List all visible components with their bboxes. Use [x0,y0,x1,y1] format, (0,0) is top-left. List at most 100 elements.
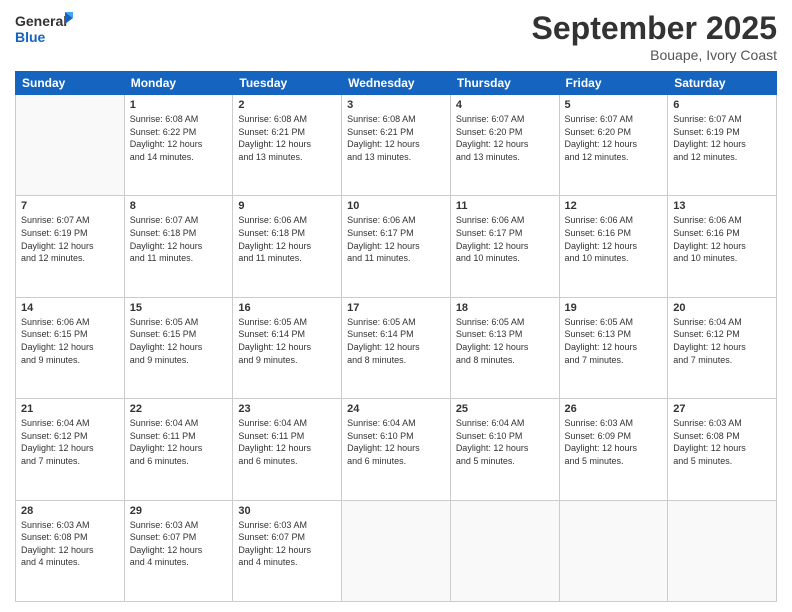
logo-svg: General Blue [15,10,75,52]
day-number: 1 [130,99,228,111]
day-number: 29 [130,505,228,517]
day-info: Sunrise: 6:06 AMSunset: 6:17 PMDaylight:… [347,214,445,264]
calendar-cell: 10 Sunrise: 6:06 AMSunset: 6:17 PMDayligh… [342,196,451,297]
day-number: 18 [456,302,554,314]
calendar-header-row: Sunday Monday Tuesday Wednesday Thursday… [16,72,777,95]
calendar-table: Sunday Monday Tuesday Wednesday Thursday… [15,71,777,602]
col-friday: Friday [559,72,668,95]
calendar-cell [16,95,125,196]
day-number: 13 [673,200,771,212]
day-info: Sunrise: 6:05 AMSunset: 6:14 PMDaylight:… [347,316,445,366]
day-info: Sunrise: 6:06 AMSunset: 6:18 PMDaylight:… [238,214,336,264]
week-row-3: 14 Sunrise: 6:06 AMSunset: 6:15 PMDayligh… [16,297,777,398]
day-number: 8 [130,200,228,212]
calendar-cell: 20 Sunrise: 6:04 AMSunset: 6:12 PMDayligh… [668,297,777,398]
calendar-cell: 8 Sunrise: 6:07 AMSunset: 6:18 PMDaylight… [124,196,233,297]
day-number: 3 [347,99,445,111]
day-info: Sunrise: 6:03 AMSunset: 6:07 PMDaylight:… [130,519,228,569]
day-info: Sunrise: 6:03 AMSunset: 6:09 PMDaylight:… [565,417,663,467]
day-info: Sunrise: 6:04 AMSunset: 6:11 PMDaylight:… [238,417,336,467]
day-info: Sunrise: 6:08 AMSunset: 6:22 PMDaylight:… [130,113,228,163]
day-number: 12 [565,200,663,212]
day-number: 30 [238,505,336,517]
day-number: 6 [673,99,771,111]
day-number: 22 [130,403,228,415]
calendar-cell: 3 Sunrise: 6:08 AMSunset: 6:21 PMDaylight… [342,95,451,196]
day-info: Sunrise: 6:05 AMSunset: 6:13 PMDaylight:… [456,316,554,366]
calendar-cell: 18 Sunrise: 6:05 AMSunset: 6:13 PMDayligh… [450,297,559,398]
calendar-cell: 24 Sunrise: 6:04 AMSunset: 6:10 PMDayligh… [342,399,451,500]
calendar-cell: 16Sunrise: 6:05 AMSunset: 6:14 PMDayligh… [233,297,342,398]
col-saturday: Saturday [668,72,777,95]
logo: General Blue [15,10,75,52]
day-number: 23 [238,403,336,415]
col-tuesday: Tuesday [233,72,342,95]
calendar-cell [342,500,451,601]
calendar-cell: 11Sunrise: 6:06 AMSunset: 6:17 PMDayligh… [450,196,559,297]
day-number: 28 [21,505,119,517]
calendar-cell: 30Sunrise: 6:03 AMSunset: 6:07 PMDayligh… [233,500,342,601]
calendar-cell: 23 Sunrise: 6:04 AMSunset: 6:11 PMDayligh… [233,399,342,500]
calendar-cell: 12Sunrise: 6:06 AMSunset: 6:16 PMDayligh… [559,196,668,297]
week-row-4: 21 Sunrise: 6:04 AMSunset: 6:12 PMDayligh… [16,399,777,500]
day-number: 26 [565,403,663,415]
calendar-cell: 25Sunrise: 6:04 AMSunset: 6:10 PMDayligh… [450,399,559,500]
calendar-cell: 15Sunrise: 6:05 AMSunset: 6:15 PMDayligh… [124,297,233,398]
day-number: 4 [456,99,554,111]
day-info: Sunrise: 6:04 AMSunset: 6:12 PMDaylight:… [673,316,771,366]
day-number: 27 [673,403,771,415]
day-info: Sunrise: 6:07 AMSunset: 6:19 PMDaylight:… [21,214,119,264]
day-info: Sunrise: 6:04 AMSunset: 6:12 PMDaylight:… [21,417,119,467]
day-info: Sunrise: 6:06 AMSunset: 6:16 PMDaylight:… [673,214,771,264]
calendar-cell: 26 Sunrise: 6:03 AMSunset: 6:09 PMDayligh… [559,399,668,500]
week-row-5: 28 Sunrise: 6:03 AMSunset: 6:08 PMDayligh… [16,500,777,601]
day-info: Sunrise: 6:07 AMSunset: 6:18 PMDaylight:… [130,214,228,264]
month-title: September 2025 [532,10,777,47]
day-info: Sunrise: 6:08 AMSunset: 6:21 PMDaylight:… [238,113,336,163]
day-number: 25 [456,403,554,415]
day-number: 7 [21,200,119,212]
day-info: Sunrise: 6:04 AMSunset: 6:11 PMDaylight:… [130,417,228,467]
calendar-cell: 27 Sunrise: 6:03 AMSunset: 6:08 PMDayligh… [668,399,777,500]
day-number: 21 [21,403,119,415]
day-info: Sunrise: 6:07 AMSunset: 6:20 PMDaylight:… [456,113,554,163]
calendar-cell [668,500,777,601]
day-info: Sunrise: 6:03 AMSunset: 6:08 PMDaylight:… [21,519,119,569]
day-info: Sunrise: 6:05 AMSunset: 6:13 PMDaylight:… [565,316,663,366]
calendar-cell: 5 Sunrise: 6:07 AMSunset: 6:20 PMDaylight… [559,95,668,196]
day-number: 19 [565,302,663,314]
page: General Blue September 2025 Bouape, Ivor… [0,0,792,612]
col-monday: Monday [124,72,233,95]
day-info: Sunrise: 6:08 AMSunset: 6:21 PMDaylight:… [347,113,445,163]
svg-text:General: General [15,13,67,29]
calendar-cell [450,500,559,601]
calendar-cell: 17 Sunrise: 6:05 AMSunset: 6:14 PMDayligh… [342,297,451,398]
day-number: 14 [21,302,119,314]
svg-text:Blue: Blue [15,29,46,45]
col-sunday: Sunday [16,72,125,95]
calendar-cell: 4 Sunrise: 6:07 AMSunset: 6:20 PMDaylight… [450,95,559,196]
day-info: Sunrise: 6:04 AMSunset: 6:10 PMDaylight:… [347,417,445,467]
day-number: 24 [347,403,445,415]
day-info: Sunrise: 6:03 AMSunset: 6:08 PMDaylight:… [673,417,771,467]
day-number: 5 [565,99,663,111]
calendar-cell [559,500,668,601]
col-wednesday: Wednesday [342,72,451,95]
calendar-cell: 21 Sunrise: 6:04 AMSunset: 6:12 PMDayligh… [16,399,125,500]
day-number: 20 [673,302,771,314]
calendar-cell: 1 Sunrise: 6:08 AMSunset: 6:22 PMDaylight… [124,95,233,196]
calendar-cell: 22 Sunrise: 6:04 AMSunset: 6:11 PMDayligh… [124,399,233,500]
header: General Blue September 2025 Bouape, Ivor… [15,10,777,63]
day-number: 9 [238,200,336,212]
day-number: 2 [238,99,336,111]
day-number: 17 [347,302,445,314]
calendar-cell: 2 Sunrise: 6:08 AMSunset: 6:21 PMDaylight… [233,95,342,196]
day-info: Sunrise: 6:06 AMSunset: 6:15 PMDaylight:… [21,316,119,366]
day-number: 10 [347,200,445,212]
day-info: Sunrise: 6:07 AMSunset: 6:20 PMDaylight:… [565,113,663,163]
calendar-cell: 6Sunrise: 6:07 AMSunset: 6:19 PMDaylight… [668,95,777,196]
calendar-cell: 19 Sunrise: 6:05 AMSunset: 6:13 PMDayligh… [559,297,668,398]
day-info: Sunrise: 6:05 AMSunset: 6:15 PMDaylight:… [130,316,228,366]
day-info: Sunrise: 6:05 AMSunset: 6:14 PMDaylight:… [238,316,336,366]
week-row-2: 7 Sunrise: 6:07 AMSunset: 6:19 PMDaylight… [16,196,777,297]
